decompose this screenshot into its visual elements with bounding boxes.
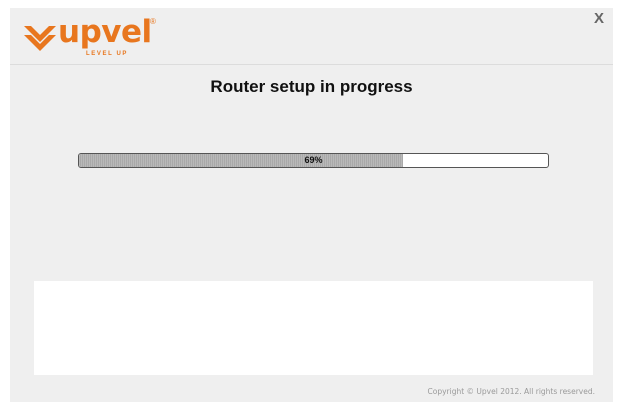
setup-progress-bar: 69% [78,153,549,168]
upvel-logo: upvel ® LEVEL UP [22,14,172,58]
header: upvel ® LEVEL UP X [10,8,613,65]
close-button[interactable]: X [591,10,607,28]
progress-percent-label: 69% [304,155,323,165]
setup-window: upvel ® LEVEL UP X Router setup in progr… [10,8,613,402]
status-log-panel [34,281,593,375]
page-title: Router setup in progress [210,77,413,96]
upvel-chevron-logo-icon [24,26,56,51]
logo-registered-mark: ® [150,17,156,26]
logo-tagline: LEVEL UP [86,51,129,57]
copyright-footer: Copyright © Upvel 2012. All rights reser… [427,387,595,396]
logo-wordmark: upvel [58,14,152,50]
